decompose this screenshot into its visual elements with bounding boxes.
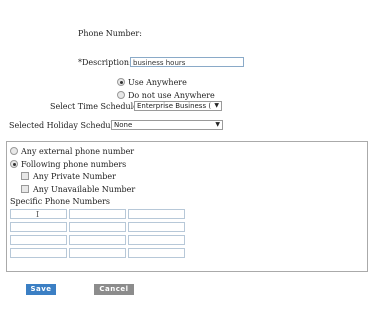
dropdown-arrow-icon: ▼: [215, 121, 220, 128]
schedule-form-panel: Phone Number: *Description: business hou…: [4, 6, 370, 305]
phone-criteria-box: Any external phone number Following phon…: [6, 141, 368, 272]
text-cursor-icon: I: [36, 210, 40, 219]
holiday-schedule-select[interactable]: None ▼: [111, 120, 223, 130]
following-numbers-radio[interactable]: [10, 160, 18, 168]
any-external-radio[interactable]: [10, 147, 18, 155]
do-not-use-radio[interactable]: [117, 91, 125, 99]
specific-numbers-label: Specific Phone Numbers: [10, 197, 111, 206]
phone-number-cell[interactable]: [128, 235, 185, 245]
description-input[interactable]: business hours: [130, 57, 244, 67]
do-not-use-option[interactable]: Do not use Anywhere: [117, 91, 215, 100]
save-button[interactable]: Save: [26, 284, 56, 295]
phone-number-cell[interactable]: [128, 209, 185, 219]
phone-number-cell[interactable]: [69, 235, 126, 245]
holiday-schedule-value: None: [114, 121, 133, 129]
any-unavailable-checkbox[interactable]: [21, 185, 29, 193]
phone-number-cell[interactable]: [69, 209, 126, 219]
phone-number-cell[interactable]: [10, 222, 67, 232]
any-private-checkbox[interactable]: [21, 172, 29, 180]
any-private-option[interactable]: Any Private Number: [21, 172, 116, 181]
phone-number-cell[interactable]: [69, 248, 126, 258]
following-numbers-label: Following phone numbers: [21, 160, 127, 169]
phone-number-cell[interactable]: [128, 248, 185, 258]
phone-number-cell[interactable]: [69, 222, 126, 232]
time-schedule-value: Enterprise Business (: [137, 102, 212, 110]
dropdown-arrow-icon: ▼: [214, 102, 219, 109]
any-external-option[interactable]: Any external phone number: [10, 147, 134, 156]
description-label: *Description:: [78, 58, 132, 67]
phone-number-label: Phone Number:: [78, 29, 142, 38]
cancel-button[interactable]: Cancel: [94, 284, 134, 295]
phone-number-cell[interactable]: I: [10, 209, 67, 219]
any-unavailable-option[interactable]: Any Unavailable Number: [21, 185, 135, 194]
do-not-use-label: Do not use Anywhere: [128, 91, 215, 100]
any-external-label: Any external phone number: [21, 147, 135, 156]
use-anywhere-radio[interactable]: [117, 78, 125, 86]
phone-number-cell[interactable]: [10, 248, 67, 258]
following-numbers-option[interactable]: Following phone numbers: [10, 160, 126, 169]
time-schedule-label: Select Time Schedule:: [50, 102, 141, 111]
use-anywhere-option[interactable]: Use Anywhere: [117, 78, 187, 87]
use-anywhere-label: Use Anywhere: [128, 78, 187, 87]
time-schedule-select[interactable]: Enterprise Business ( ▼: [134, 101, 222, 111]
phone-number-cell[interactable]: [128, 222, 185, 232]
holiday-schedule-label: Selected Holiday Schedule:: [9, 121, 121, 130]
any-unavailable-label: Any Unavailable Number: [33, 185, 136, 194]
phone-number-cell[interactable]: [10, 235, 67, 245]
any-private-label: Any Private Number: [33, 172, 116, 181]
